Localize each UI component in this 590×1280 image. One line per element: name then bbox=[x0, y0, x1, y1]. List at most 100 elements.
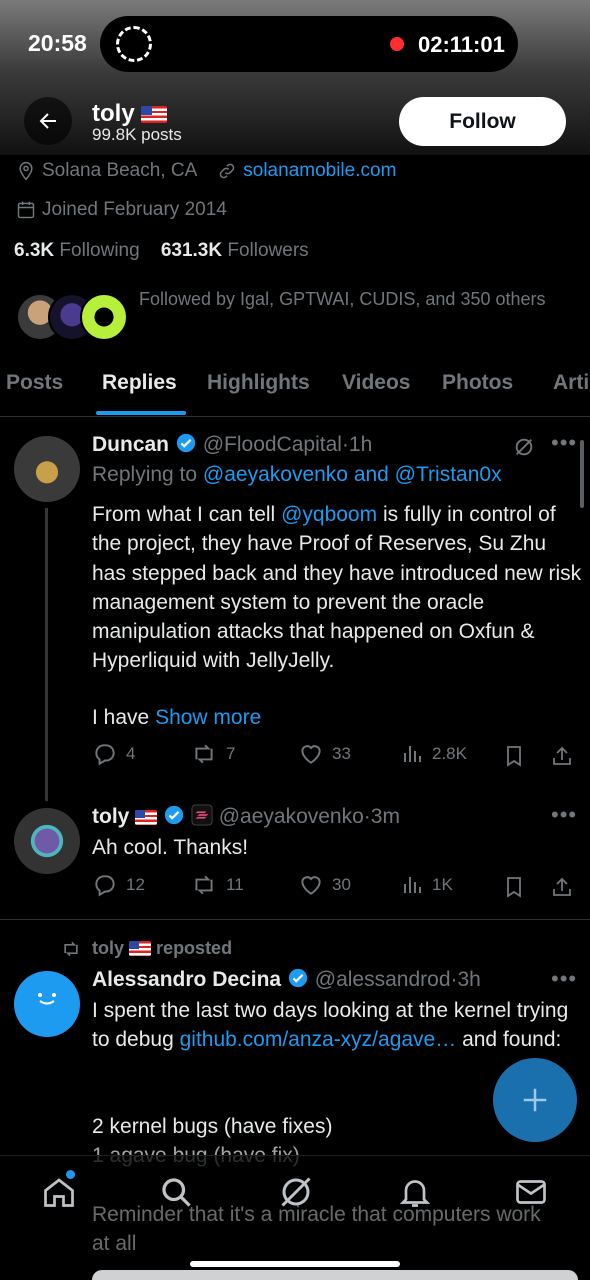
author-handle[interactable]: @FloodCapital bbox=[203, 433, 342, 456]
avatar[interactable] bbox=[14, 436, 80, 502]
repost-button[interactable]: 11 bbox=[190, 872, 244, 898]
header-name-text: toly bbox=[92, 100, 135, 127]
plus-icon bbox=[523, 1088, 547, 1112]
followers-count: 631.3K bbox=[160, 240, 223, 261]
like-count: 33 bbox=[332, 744, 351, 763]
more-options-icon[interactable]: ••• bbox=[551, 430, 577, 456]
avatar[interactable] bbox=[14, 808, 80, 874]
profile-website-link[interactable]: solanamobile.com bbox=[243, 160, 396, 182]
dynamic-island: 02:11:01 bbox=[100, 16, 518, 72]
more-options-icon[interactable]: ••• bbox=[551, 802, 577, 828]
verified-badge-icon bbox=[176, 433, 196, 453]
followed-by-avatars[interactable] bbox=[16, 293, 128, 341]
tab-photos[interactable]: Photos bbox=[442, 371, 513, 395]
mention-link[interactable]: @yqboom bbox=[281, 503, 377, 526]
author-name[interactable]: toly bbox=[92, 805, 129, 828]
tweet-body: From what I can tell @yqboom is fully in… bbox=[92, 500, 582, 676]
author-handle[interactable]: @aeyakovenko bbox=[219, 805, 364, 828]
follow-button[interactable]: Follow bbox=[399, 97, 566, 146]
tweet-body: Ah cool. Thanks! bbox=[92, 836, 249, 859]
tab-posts[interactable]: Posts bbox=[6, 371, 63, 395]
followers-link[interactable]: 631.3K Followers bbox=[161, 240, 309, 261]
bookmark-icon[interactable] bbox=[502, 874, 526, 900]
repost-icon bbox=[64, 941, 78, 956]
repost-icon bbox=[195, 744, 213, 764]
tweet-text: From what I can tell bbox=[92, 503, 276, 526]
github-link[interactable]: github.com/anza-xyz/agave… bbox=[180, 1028, 457, 1051]
views-button[interactable]: 1K bbox=[400, 872, 453, 898]
followers-label: Followers bbox=[227, 240, 309, 261]
tweet-time: 3h bbox=[457, 968, 481, 991]
calendar-icon bbox=[17, 201, 35, 219]
tweet-body: I spent the last two days looking at the… bbox=[92, 996, 582, 1055]
reply-count: 4 bbox=[126, 744, 136, 763]
replying-mentions[interactable]: @aeyakovenko and @Tristan0x bbox=[203, 463, 502, 486]
header-post-count: 99.8K posts bbox=[92, 125, 182, 144]
tweet-text-line: Reminder that it's a miracle that comput… bbox=[92, 1203, 541, 1255]
views-icon bbox=[404, 877, 421, 893]
share-icon[interactable] bbox=[550, 874, 574, 900]
link-icon bbox=[219, 163, 235, 179]
tab-replies[interactable]: Replies bbox=[102, 371, 177, 395]
bottom-sheet-edge bbox=[92, 1270, 578, 1280]
like-button[interactable]: 30 bbox=[298, 872, 351, 898]
author-handle[interactable]: @alessandrod bbox=[315, 968, 451, 991]
tab-highlights[interactable]: Highlights bbox=[207, 371, 310, 395]
back-button[interactable] bbox=[24, 97, 72, 145]
repost-count: 7 bbox=[226, 744, 236, 763]
show-more-link[interactable]: Show more bbox=[155, 706, 261, 729]
reply-button[interactable]: 4 bbox=[92, 741, 135, 767]
location-pin-icon bbox=[19, 161, 33, 181]
bookmark-icon[interactable] bbox=[502, 743, 526, 769]
divider bbox=[0, 919, 590, 920]
thread-line bbox=[45, 508, 48, 801]
tweet-show-more-row: I have Show more bbox=[92, 703, 582, 732]
profile-joined: Joined February 2014 bbox=[42, 199, 227, 220]
following-label: Following bbox=[59, 240, 140, 261]
profile-joined-row: Joined February 2014 bbox=[16, 199, 227, 221]
followed-by-text[interactable]: Followed by Igal, GPTWAI, CUDIS, and 350… bbox=[139, 285, 559, 313]
repost-button[interactable]: 7 bbox=[190, 741, 235, 767]
tweet-text: and found: bbox=[462, 1028, 562, 1052]
home-indicator[interactable] bbox=[190, 1261, 400, 1267]
reposter-name: toly bbox=[92, 938, 125, 958]
more-options-icon[interactable]: ••• bbox=[551, 966, 577, 992]
view-count: 2.8K bbox=[432, 744, 467, 763]
notification-dot bbox=[66, 1170, 75, 1179]
scrollbar[interactable] bbox=[580, 440, 584, 508]
repost-label: reposted bbox=[156, 938, 233, 958]
views-icon bbox=[404, 746, 421, 762]
view-count: 1K bbox=[432, 875, 453, 894]
smiley-icon bbox=[38, 993, 56, 1005]
tab-videos[interactable]: Videos bbox=[342, 371, 410, 395]
grok-icon[interactable] bbox=[513, 436, 535, 458]
author-name[interactable]: Duncan bbox=[92, 433, 169, 456]
verified-badge-icon bbox=[288, 968, 308, 988]
avatar[interactable] bbox=[14, 971, 80, 1037]
repost-context[interactable]: toly reposted bbox=[60, 938, 232, 959]
arrow-left-icon bbox=[39, 113, 56, 129]
home-icon[interactable] bbox=[41, 1174, 77, 1210]
active-tab-indicator bbox=[96, 411, 186, 415]
share-icon[interactable] bbox=[550, 743, 574, 769]
reply-icon bbox=[95, 875, 115, 897]
tweet-time: 3m bbox=[370, 805, 400, 828]
following-link[interactable]: 6.3K Following bbox=[14, 240, 140, 261]
compose-button[interactable] bbox=[493, 1058, 577, 1142]
repost-icon bbox=[195, 875, 213, 895]
us-flag-icon bbox=[141, 106, 168, 123]
tab-articles[interactable]: Arti bbox=[553, 371, 589, 395]
like-button[interactable]: 33 bbox=[298, 741, 351, 767]
tweet-text: is fully in control of the project, they… bbox=[92, 503, 582, 673]
separator-dot: · bbox=[341, 433, 349, 456]
views-button[interactable]: 2.8K bbox=[400, 741, 467, 767]
replying-prefix: Replying to bbox=[92, 463, 198, 486]
tweet-actions: 4 7 33 2.8K bbox=[92, 741, 582, 771]
author-name[interactable]: Alessandro Decina bbox=[92, 968, 281, 991]
verified-badge-icon bbox=[164, 805, 184, 825]
heart-icon bbox=[301, 745, 321, 764]
reply-count: 12 bbox=[126, 875, 145, 894]
profile-location: Solana Beach, CA bbox=[42, 160, 198, 181]
reply-button[interactable]: 12 bbox=[92, 872, 145, 898]
us-flag-icon bbox=[135, 810, 158, 825]
